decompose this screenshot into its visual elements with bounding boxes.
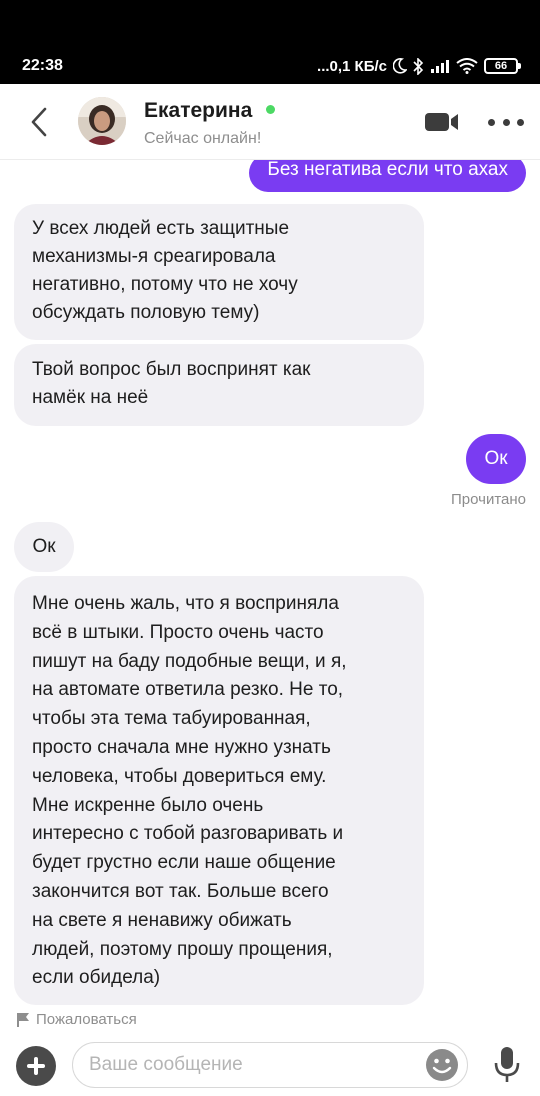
message-line: Твой вопрос был воспринят как xyxy=(32,359,311,380)
message-line: намёк на неё xyxy=(32,387,149,408)
message-line: Мне очень жаль, что я восприняла xyxy=(32,593,339,614)
message-line: закончится вот так. Больше всего xyxy=(32,880,329,902)
message-bubble-incoming[interactable]: У всех людей есть защитные механизмы-я с… xyxy=(14,204,424,340)
message-bubble-outgoing[interactable]: Ок xyxy=(466,434,526,484)
status-time: 22:38 xyxy=(22,57,63,74)
read-receipt: Прочитано xyxy=(451,491,526,508)
message-line: на свете я ненавижу обижать xyxy=(32,909,292,931)
status-indicators: ...0,1 КБ/с 66 xyxy=(317,54,521,78)
chat-header: Екатерина Сейчас онлайн! xyxy=(0,84,540,160)
message-line: пишут на баду подобные вещи, и я, xyxy=(32,650,347,672)
dot xyxy=(502,118,510,126)
report-label: Пожаловаться xyxy=(36,1011,137,1028)
report-link[interactable]: Пожаловаться xyxy=(16,1011,137,1028)
message-text: Ок xyxy=(484,448,508,469)
message-line: чтобы эта тема табуированная, xyxy=(32,708,311,730)
message-line: негативно, потому что не хочу xyxy=(32,274,298,295)
message-line: всё в штыки. Просто очень часто xyxy=(32,621,324,643)
message-line: человека, чтобы довериться ему. xyxy=(32,765,327,787)
video-camera-icon xyxy=(425,113,458,131)
back-button[interactable] xyxy=(22,102,56,142)
more-dots-icon[interactable] xyxy=(488,112,524,132)
message-line: У всех людей есть защитные xyxy=(32,218,290,239)
message-composer xyxy=(0,1040,540,1096)
signal-icon xyxy=(430,59,450,73)
message-line: механизмы-я среагировала xyxy=(32,246,276,267)
flag-icon xyxy=(17,1012,29,1027)
moon-icon xyxy=(393,58,407,74)
message-bubble-incoming[interactable]: Мне очень жаль, что я восприняла всё в ш… xyxy=(14,576,424,1006)
smiley-icon xyxy=(426,1049,458,1081)
contact-name-text: Екатерина xyxy=(144,99,253,122)
video-call-button[interactable] xyxy=(424,111,460,133)
bluetooth-icon xyxy=(413,57,424,75)
message-bubble-outgoing[interactable]: Без негатива если что ахах xyxy=(249,160,526,192)
message-line: людей, поэтому прошу прощения, xyxy=(32,938,333,960)
avatar[interactable] xyxy=(78,97,126,145)
contact-status: Сейчас онлайн! xyxy=(144,130,262,147)
message-bubble-incoming[interactable]: Твой вопрос был воспринят как намёк на н… xyxy=(14,344,424,426)
message-line: если обидела) xyxy=(32,967,161,989)
dot xyxy=(517,118,524,126)
message-bubble-incoming[interactable]: Ок xyxy=(14,522,74,572)
emoji-button[interactable] xyxy=(424,1047,460,1083)
message-line: обсуждать половую тему) xyxy=(32,302,260,323)
chevron-left-icon xyxy=(31,107,47,137)
message-input[interactable] xyxy=(72,1042,468,1088)
message-list[interactable]: Без негатива если что ахах У всех людей … xyxy=(0,160,540,1040)
microphone-button[interactable] xyxy=(492,1045,522,1085)
contact-name: Екатерина xyxy=(144,98,276,124)
message-line: интересно с тобой разговаривать и xyxy=(32,823,344,845)
message-line: будет грустно если наше общение xyxy=(32,852,336,874)
microphone-icon xyxy=(494,1047,520,1082)
message-text: Ок xyxy=(32,536,56,557)
add-attachment-button[interactable] xyxy=(16,1046,56,1086)
message-line: Мне искренне было очень xyxy=(32,794,264,816)
message-line: на автомате ответила резко. Не то, xyxy=(32,679,344,701)
message-line: просто сначала мне нужно узнать xyxy=(32,736,331,758)
message-text: Без негатива если что ахах xyxy=(267,160,508,180)
dot xyxy=(488,118,495,126)
net-speed: ...0,1 КБ/с xyxy=(317,57,387,75)
online-indicator xyxy=(266,105,276,114)
battery-icon: 66 xyxy=(484,58,521,74)
status-bar: 22:38 ...0,1 КБ/с 66 xyxy=(0,0,540,84)
wifi-icon xyxy=(456,58,478,74)
